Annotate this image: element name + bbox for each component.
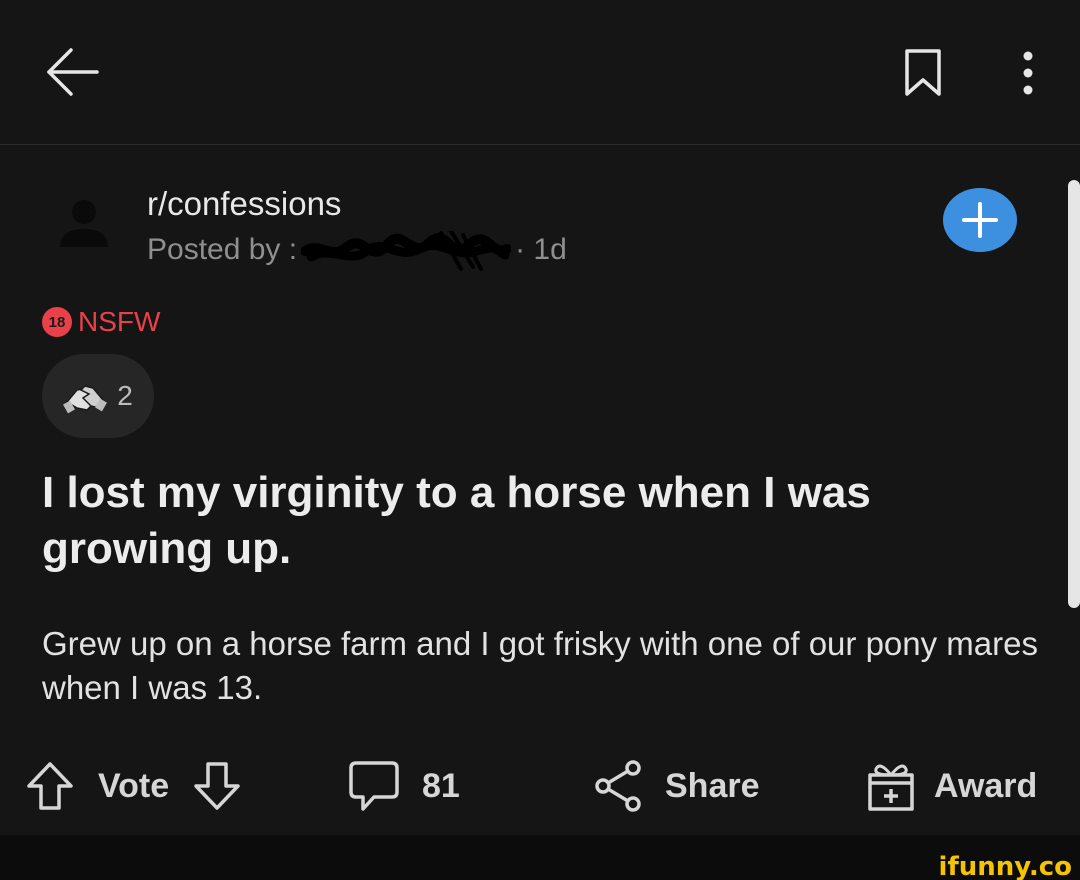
save-button[interactable] bbox=[895, 44, 951, 102]
post-header: r/confessions Posted by : · 1d bbox=[0, 145, 1080, 295]
more-vertical-icon bbox=[1023, 51, 1033, 95]
nsfw-tag: 18 NSFW bbox=[42, 306, 160, 338]
share-button[interactable]: Share bbox=[593, 758, 760, 814]
back-button[interactable] bbox=[40, 40, 104, 104]
upvote-arrow-icon bbox=[27, 762, 73, 810]
post-age: · 1d bbox=[515, 232, 567, 266]
handshake-award-icon bbox=[63, 385, 108, 414]
award-label: Award bbox=[934, 766, 1038, 805]
downvote-arrow-icon bbox=[194, 762, 240, 810]
gift-icon bbox=[868, 764, 914, 811]
plus-icon bbox=[962, 202, 998, 238]
nsfw-18-badge: 18 bbox=[42, 307, 72, 337]
bookmark-icon bbox=[905, 49, 941, 96]
user-avatar-icon[interactable] bbox=[56, 195, 112, 251]
join-button[interactable] bbox=[943, 188, 1017, 252]
posted-by: Posted by : · 1d bbox=[147, 231, 567, 271]
back-arrow-icon bbox=[47, 48, 99, 96]
comments-count: 81 bbox=[422, 766, 460, 805]
post-page: r/confessions Posted by : · 1d 18 NSFW 2… bbox=[0, 0, 1080, 880]
more-options-button[interactable] bbox=[1008, 44, 1048, 102]
share-icon bbox=[595, 760, 641, 812]
posted-by-label: Posted by bbox=[147, 232, 281, 266]
comments-button[interactable]: 81 bbox=[348, 758, 460, 814]
comment-bubble-icon bbox=[349, 761, 399, 811]
post-title: I lost my virginity to a horse when I wa… bbox=[42, 468, 871, 573]
award-button[interactable]: Award bbox=[866, 758, 1037, 814]
award-count: 2 bbox=[117, 380, 133, 411]
scrollbar[interactable] bbox=[1068, 180, 1080, 608]
redaction-scribble bbox=[301, 231, 512, 271]
upvote-button[interactable] bbox=[26, 761, 74, 811]
watermark-logo: ifunny.co bbox=[938, 852, 1072, 880]
subreddit-name[interactable]: r/confessions bbox=[147, 185, 341, 223]
post-body: Grew up on a horse farm and I got frisky… bbox=[42, 625, 1038, 706]
award-pill[interactable]: 2 bbox=[42, 354, 154, 438]
downvote-button[interactable] bbox=[193, 761, 241, 811]
share-label: Share bbox=[665, 766, 760, 805]
nsfw-label: NSFW bbox=[78, 306, 161, 337]
vote-group: Vote bbox=[26, 758, 241, 814]
bottom-strip bbox=[0, 835, 1080, 880]
vote-label: Vote bbox=[98, 766, 170, 805]
top-bar bbox=[0, 0, 1080, 145]
action-bar: Vote 81 Share Award bbox=[0, 730, 1080, 835]
